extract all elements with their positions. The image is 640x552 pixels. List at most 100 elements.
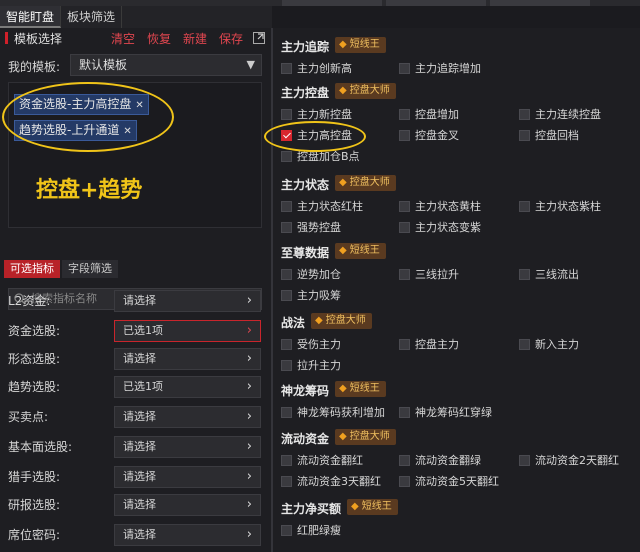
- indicator-checkbox[interactable]: 流动资金2天翻红: [519, 452, 619, 468]
- checkbox-label: 神龙筹码获利增加: [297, 406, 385, 419]
- checkbox-icon[interactable]: [399, 454, 410, 466]
- filter-label: 席位密码:: [8, 528, 61, 542]
- checkbox-icon[interactable]: [281, 221, 292, 233]
- new-button[interactable]: 新建: [183, 30, 207, 47]
- indicator-checkbox[interactable]: 拉升主力: [281, 357, 341, 373]
- clear-button[interactable]: 清空: [111, 30, 135, 47]
- filter-select[interactable]: 已选1项 ›: [114, 376, 261, 398]
- popout-icon[interactable]: [253, 32, 265, 44]
- checkbox-icon[interactable]: [519, 268, 530, 280]
- filter-select[interactable]: 请选择 ›: [114, 348, 261, 370]
- indicator-checkbox[interactable]: 三线拉升: [399, 266, 459, 282]
- checkbox-icon[interactable]: [281, 359, 292, 371]
- checkbox-icon[interactable]: [399, 108, 410, 120]
- tab-available-indicators[interactable]: 可选指标: [4, 260, 60, 278]
- filter-select[interactable]: 请选择 ›: [114, 494, 261, 516]
- checkbox-icon[interactable]: [281, 289, 292, 301]
- tier-badge: ◆ 控盘大师: [335, 175, 396, 191]
- tab-sector-filter[interactable]: 板块筛选: [61, 6, 123, 28]
- checkbox-icon[interactable]: [281, 200, 292, 212]
- indicator-checkbox[interactable]: 主力连续控盘: [519, 106, 601, 122]
- indicator-checkbox[interactable]: 主力状态变紫: [399, 219, 481, 235]
- indicator-checkbox[interactable]: 神龙筹码红穿绿: [399, 404, 492, 420]
- diamond-icon: ◆: [339, 383, 347, 394]
- indicator-checkbox[interactable]: 主力新控盘: [281, 106, 352, 122]
- indicator-checkbox[interactable]: 流动资金翻红: [281, 452, 363, 468]
- indicator-checkbox[interactable]: 神龙筹码获利增加: [281, 404, 385, 420]
- badge-label: 短线王: [349, 383, 380, 394]
- filter-label: 趋势选股:: [8, 380, 61, 394]
- checkbox-icon[interactable]: [399, 129, 410, 141]
- indicator-checkbox[interactable]: 流动资金5天翻红: [399, 473, 499, 489]
- indicator-checkbox[interactable]: 强势控盘: [281, 219, 341, 235]
- checkbox-label: 新入主力: [535, 338, 579, 351]
- checkbox-icon[interactable]: [519, 338, 530, 350]
- checkbox-icon[interactable]: [281, 62, 292, 74]
- checkbox-icon[interactable]: [399, 62, 410, 74]
- filter-value: 请选择: [123, 410, 156, 423]
- filter-label: 资金选股:: [8, 324, 61, 338]
- restore-button[interactable]: 恢复: [147, 30, 171, 47]
- checkbox-label: 受伤主力: [297, 338, 341, 351]
- tab-field-filter[interactable]: 字段筛选: [62, 260, 118, 278]
- checkbox-icon[interactable]: [519, 200, 530, 212]
- indicator-checkbox[interactable]: 红肥绿瘦: [281, 522, 341, 538]
- filter-select[interactable]: 请选择 ›: [114, 406, 261, 428]
- checkbox-icon[interactable]: [399, 338, 410, 350]
- template-select[interactable]: 默认模板 ▼: [70, 54, 262, 76]
- filter-value: 请选择: [123, 352, 156, 365]
- checkbox-icon[interactable]: [519, 108, 530, 120]
- filter-select[interactable]: 请选择 ›: [114, 466, 261, 488]
- indicator-checkbox[interactable]: 主力创新高: [281, 60, 352, 76]
- indicator-checkbox[interactable]: 主力状态红柱: [281, 198, 363, 214]
- filter-select[interactable]: 请选择 ›: [114, 290, 261, 312]
- checkbox-icon[interactable]: [281, 150, 292, 162]
- indicator-checkbox[interactable]: 主力状态黄柱: [399, 198, 481, 214]
- indicator-checkbox[interactable]: 流动资金翻绿: [399, 452, 481, 468]
- checkbox-icon[interactable]: [399, 200, 410, 212]
- checkbox-icon[interactable]: [519, 454, 530, 466]
- my-template-label: 我的模板:: [8, 60, 61, 74]
- filter-row: 研报选股: 请选择 ›: [0, 494, 271, 516]
- tier-badge: ◆ 控盘大师: [311, 313, 372, 329]
- filter-select[interactable]: 请选择 ›: [114, 524, 261, 546]
- filter-value: 已选1项: [123, 324, 163, 337]
- checkbox-label: 流动资金5天翻红: [415, 475, 499, 488]
- diamond-icon: ◆: [315, 315, 323, 326]
- checkbox-label: 流动资金2天翻红: [535, 454, 619, 467]
- checkbox-icon[interactable]: [281, 108, 292, 120]
- indicator-checkbox[interactable]: 控盘回档: [519, 127, 579, 143]
- badge-label: 控盘大师: [325, 315, 366, 326]
- indicator-checkbox[interactable]: 受伤主力: [281, 336, 341, 352]
- checkbox-icon[interactable]: [281, 406, 292, 418]
- indicator-checkbox[interactable]: 控盘增加: [399, 106, 459, 122]
- indicator-checkbox[interactable]: 逆势加仓: [281, 266, 341, 282]
- filter-select[interactable]: 请选择 ›: [114, 436, 261, 458]
- indicator-checkbox[interactable]: 新入主力: [519, 336, 579, 352]
- indicator-checkbox[interactable]: 控盘金叉: [399, 127, 459, 143]
- filter-select[interactable]: 已选1项 ›: [114, 320, 261, 342]
- tab-smart-watch[interactable]: 智能盯盘: [0, 6, 62, 28]
- indicator-checkbox[interactable]: 主力吸筹: [281, 287, 341, 303]
- filter-row: L2资金: 请选择 ›: [0, 290, 271, 312]
- badge-label: 短线王: [361, 501, 392, 512]
- filter-label: 基本面选股:: [8, 440, 73, 454]
- indicator-checkbox[interactable]: 三线流出: [519, 266, 579, 282]
- indicator-checkbox[interactable]: 控盘主力: [399, 336, 459, 352]
- checkbox-icon[interactable]: [399, 268, 410, 280]
- indicator-checkbox[interactable]: 主力状态紫柱: [519, 198, 601, 214]
- checkbox-icon[interactable]: [281, 454, 292, 466]
- save-button[interactable]: 保存: [219, 30, 243, 47]
- tier-badge: ◆ 控盘大师: [335, 429, 396, 445]
- checkbox-icon[interactable]: [399, 221, 410, 233]
- checkbox-icon[interactable]: [281, 475, 292, 487]
- checkbox-icon[interactable]: [399, 475, 410, 487]
- checkbox-icon[interactable]: [399, 406, 410, 418]
- indicator-checkbox[interactable]: 主力追踪增加: [399, 60, 481, 76]
- checkbox-label: 主力状态红柱: [297, 200, 363, 213]
- checkbox-icon[interactable]: [519, 129, 530, 141]
- checkbox-icon[interactable]: [281, 338, 292, 350]
- checkbox-icon[interactable]: [281, 268, 292, 280]
- indicator-checkbox[interactable]: 流动资金3天翻红: [281, 473, 381, 489]
- checkbox-icon[interactable]: [281, 524, 292, 536]
